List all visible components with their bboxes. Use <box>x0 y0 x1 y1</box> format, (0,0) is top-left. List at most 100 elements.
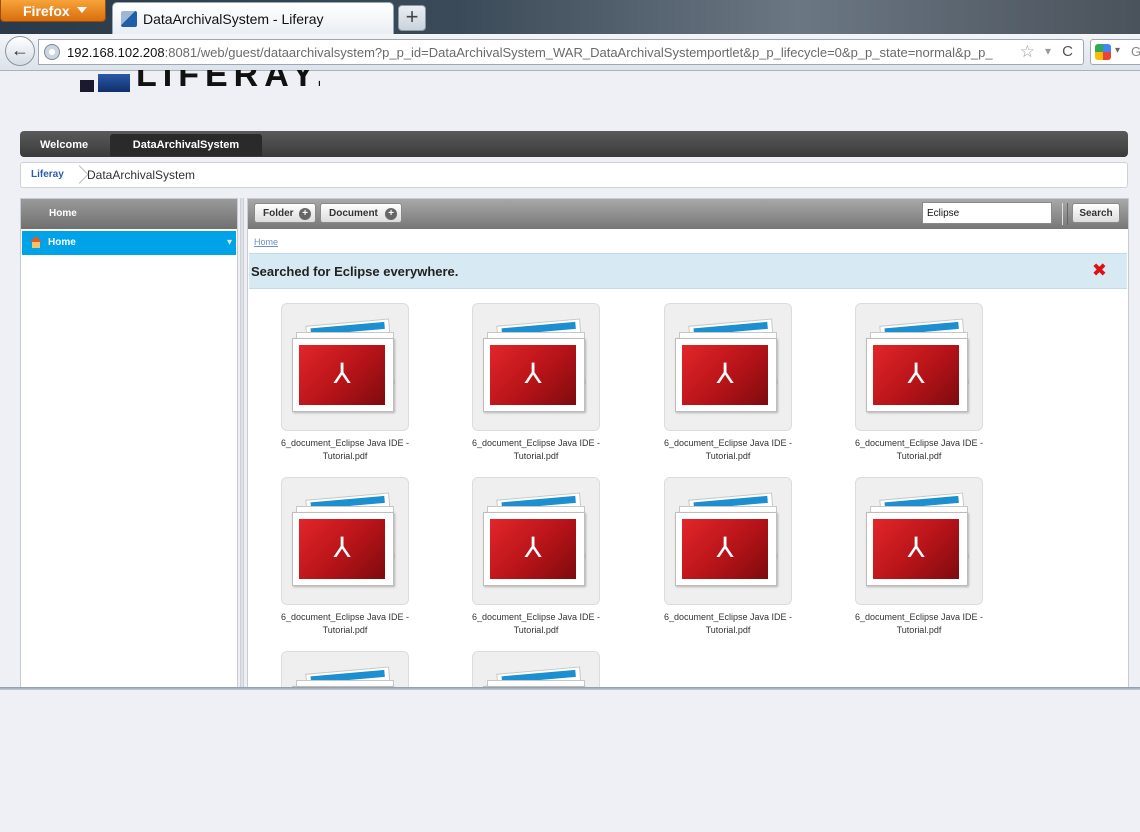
document-name[interactable]: 6_document_Eclipse Java IDE - Tutorial.pd… <box>822 611 1016 637</box>
liferay-favicon-icon <box>121 11 137 27</box>
pdf-thumbnail[interactable]: ⅄ <box>472 477 600 605</box>
document-item[interactable]: ⅄ 6_document_Eclipse Java IDE - Tutorial.p… <box>631 477 792 647</box>
search-results-text: Searched for Eclipse everywhere. <box>251 264 459 279</box>
search-engine-hint: G <box>1131 44 1140 59</box>
chevron-down-icon[interactable]: ▾ <box>227 231 232 255</box>
bookmark-star-icon[interactable]: ☆ <box>1020 42 1035 62</box>
browser-search-box[interactable]: ▾ G <box>1090 39 1140 65</box>
pdf-thumbnail[interactable]: ⅄ <box>281 477 409 605</box>
search-button[interactable]: Search <box>1072 203 1120 223</box>
firefox-menu-label: Firefox <box>23 3 70 19</box>
browser-tab[interactable]: DataArchivalSystem - Liferay <box>112 2 394 34</box>
pdf-thumbnail[interactable]: ⅄ <box>472 303 600 431</box>
pdf-icon: ⅄ <box>682 345 768 405</box>
liferay-logo[interactable]: LIFERAY. <box>80 70 320 92</box>
pdf-icon: ⅄ <box>490 345 576 405</box>
firefox-menu-button[interactable]: Firefox <box>0 0 106 22</box>
new-tab-button[interactable]: + <box>398 5 426 31</box>
url-text[interactable]: 192.168.102.208:8081/web/guest/dataarchi… <box>67 45 1017 60</box>
document-item[interactable]: ⅄ 6_document_Eclipse Java IDE - Tutorial.p… <box>439 477 600 647</box>
breadcrumb-separator-icon <box>73 165 87 185</box>
document-item[interactable]: ⅄ 6_document_Eclipse Java IDE - Tutorial.p… <box>822 477 983 647</box>
document-name-line-1: 6_document_Eclipse Java IDE - <box>854 612 984 622</box>
logo-mark-accent-icon <box>98 74 130 92</box>
folder-tree-item-label: Home <box>48 237 76 248</box>
pdf-thumbnail[interactable]: ⅄ <box>281 303 409 431</box>
add-folder-button[interactable]: Folder + <box>254 203 316 223</box>
pdf-page-icon: ⅄ <box>292 338 394 412</box>
breadcrumb: Liferay DataArchivalSystem <box>20 162 1128 188</box>
browser-navbar: ← 192.168.102.208:8081/web/guest/dataarc… <box>0 34 1140 71</box>
document-name-line-2: Tutorial.pdf <box>322 451 368 461</box>
pdf-icon: ⅄ <box>682 519 768 579</box>
url-host: 192.168.102.208 <box>67 45 165 60</box>
document-item[interactable]: ⅄ <box>439 651 600 687</box>
add-folder-label: Folder <box>263 208 294 219</box>
pdf-icon: ⅄ <box>873 345 959 405</box>
document-name-line-1: 6_document_Eclipse Java IDE - <box>854 438 984 448</box>
pdf-page-icon: ⅄ <box>866 512 968 586</box>
pdf-page-icon: ⅄ <box>866 338 968 412</box>
breadcrumb-liferay[interactable]: Liferay <box>21 163 74 187</box>
document-item[interactable]: ⅄ 6_document_Eclipse Java IDE - Tutorial.p… <box>439 303 600 473</box>
pdf-page-icon: ⅄ <box>292 512 394 586</box>
navigation-dock: Welcome DataArchivalSystem <box>20 131 1128 157</box>
add-document-button[interactable]: Document + <box>320 203 402 223</box>
pdf-icon: ⅄ <box>490 519 576 579</box>
folder-tree-item-home[interactable]: Home ▾ <box>22 231 236 255</box>
document-item[interactable]: ⅄ 6_document_Eclipse Java IDE - Tutorial.p… <box>822 303 983 473</box>
add-document-label: Document <box>329 208 378 219</box>
documents-breadcrumb-home[interactable]: Home <box>254 237 278 247</box>
document-name-line-2: Tutorial.pdf <box>705 625 751 635</box>
document-item[interactable]: ⅄ 6_document_Eclipse Java IDE - Tutorial.p… <box>631 303 792 473</box>
pdf-thumbnail[interactable]: ⅄ <box>664 477 792 605</box>
documents-toolbar: Folder + Document + Search <box>248 199 1128 229</box>
document-name[interactable]: 6_document_Eclipse Java IDE - Tutorial.pd… <box>248 611 442 637</box>
document-name-line-2: Tutorial.pdf <box>705 451 751 461</box>
google-icon[interactable] <box>1095 44 1111 60</box>
engine-dropdown-icon[interactable]: ▾ <box>1115 45 1120 56</box>
pdf-thumbnail[interactable]: ⅄ <box>855 477 983 605</box>
toolbar-separator <box>1062 203 1068 225</box>
document-name-line-2: Tutorial.pdf <box>322 625 368 635</box>
nav-item-welcome[interactable]: Welcome <box>28 134 100 156</box>
document-search-input[interactable] <box>922 202 1052 224</box>
address-bar[interactable]: 192.168.102.208:8081/web/guest/dataarchi… <box>38 39 1084 65</box>
document-name[interactable]: 6_document_Eclipse Java IDE - Tutorial.pd… <box>822 437 1016 463</box>
nav-item-dataarchivalsystem[interactable]: DataArchivalSystem <box>110 134 262 156</box>
back-button[interactable]: ← <box>5 36 35 66</box>
documents-panel: Folder + Document + Search Home Searched… <box>247 198 1129 688</box>
document-name[interactable]: 6_document_Eclipse Java IDE - Tutorial.pd… <box>631 437 825 463</box>
globe-icon <box>44 44 60 60</box>
pdf-page-icon: ⅄ <box>483 338 585 412</box>
close-icon[interactable]: ✖ <box>1092 260 1107 281</box>
folder-tree-header: Home <box>21 199 237 229</box>
pdf-thumbnail[interactable]: ⅄ <box>855 303 983 431</box>
document-name-line-1: 6_document_Eclipse Java IDE - <box>280 612 410 622</box>
window-bottom-border <box>0 687 1140 690</box>
breadcrumb-current: DataArchivalSystem <box>87 168 196 182</box>
plus-icon: + <box>299 208 311 220</box>
document-item[interactable]: ⅄ 6_document_Eclipse Java IDE - Tutorial.p… <box>248 303 409 473</box>
document-name[interactable]: 6_document_Eclipse Java IDE - Tutorial.pd… <box>439 437 633 463</box>
document-name-line-1: 6_document_Eclipse Java IDE - <box>280 438 410 448</box>
document-name[interactable]: 6_document_Eclipse Java IDE - Tutorial.pd… <box>248 437 442 463</box>
history-dropdown-icon[interactable]: ▾ <box>1045 44 1051 58</box>
document-item[interactable]: ⅄ 6_document_Eclipse Java IDE - Tutorial.p… <box>248 477 409 647</box>
document-name[interactable]: 6_document_Eclipse Java IDE - Tutorial.pd… <box>439 611 633 637</box>
home-icon <box>30 236 42 248</box>
chevron-down-icon <box>77 7 87 13</box>
document-item[interactable]: ⅄ <box>248 651 409 687</box>
logo-wordmark: LIFERAY. <box>136 70 320 92</box>
pdf-page-icon: ⅄ <box>483 512 585 586</box>
reload-icon[interactable]: C <box>1062 43 1073 60</box>
document-name-line-1: 6_document_Eclipse Java IDE - <box>471 612 601 622</box>
pdf-thumbnail[interactable]: ⅄ <box>664 303 792 431</box>
pdf-page-icon: ⅄ <box>675 512 777 586</box>
document-name[interactable]: 6_document_Eclipse Java IDE - Tutorial.pd… <box>631 611 825 637</box>
document-name-line-1: 6_document_Eclipse Java IDE - <box>663 612 793 622</box>
pdf-thumbnail[interactable]: ⅄ <box>281 651 409 687</box>
tab-title: DataArchivalSystem - Liferay <box>143 11 324 27</box>
pdf-thumbnail[interactable]: ⅄ <box>472 651 600 687</box>
panel-resize-handle[interactable] <box>240 198 244 688</box>
